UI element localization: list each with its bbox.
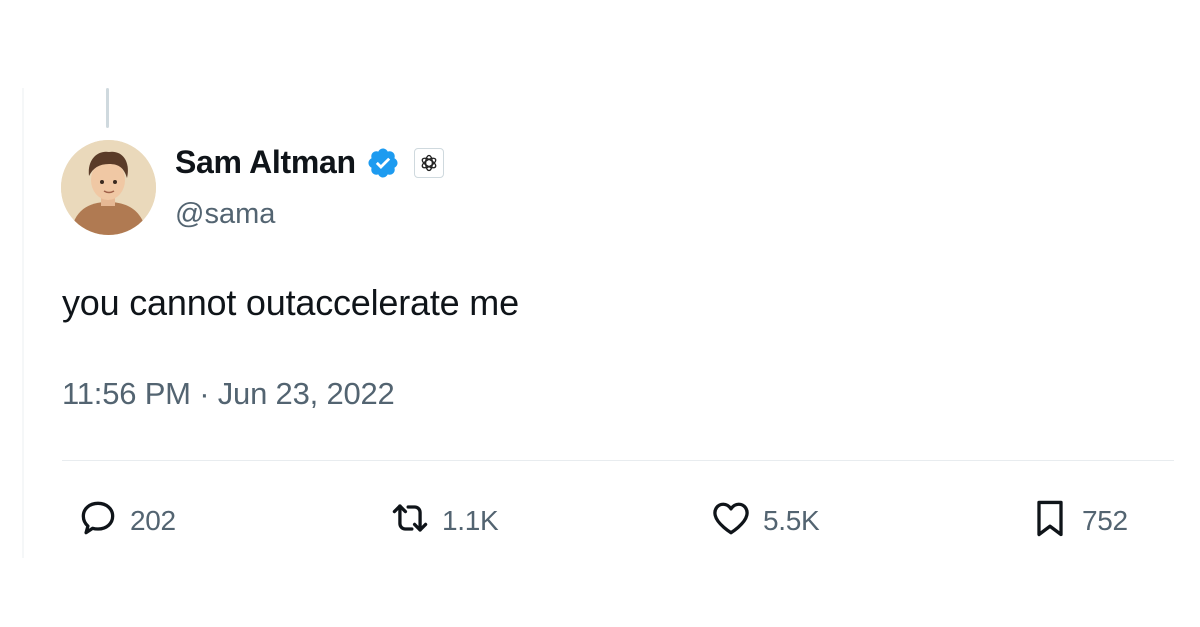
thread-connector-line: [106, 88, 109, 128]
openai-logo-icon[interactable]: [413, 147, 444, 178]
like-button[interactable]: 5.5K: [709, 496, 820, 545]
author-display-name[interactable]: Sam Altman: [175, 144, 356, 181]
tweet-timestamp[interactable]: 11:56 PM · Jun 23, 2022: [62, 376, 395, 412]
repost-count: 1.1K: [442, 504, 499, 536]
bookmark-icon: [1028, 496, 1072, 545]
repost-arrows-icon: [388, 496, 432, 545]
speech-bubble-icon: [76, 496, 120, 545]
author-handle[interactable]: @sama: [175, 198, 275, 231]
tweet-actions: 202 1.1K 5.5K 752: [62, 496, 1142, 544]
bookmark-button[interactable]: 752: [1028, 496, 1128, 545]
reply-button[interactable]: 202: [76, 496, 176, 545]
bookmark-count: 752: [1082, 504, 1128, 536]
avatar[interactable]: [61, 140, 156, 235]
left-edge-border: [22, 88, 24, 558]
heart-icon: [709, 496, 753, 545]
author-name-row: Sam Altman: [175, 144, 444, 181]
like-count: 5.5K: [763, 504, 820, 536]
reply-count: 202: [130, 504, 176, 536]
repost-button[interactable]: 1.1K: [388, 496, 499, 545]
divider: [62, 460, 1174, 461]
verified-badge-icon[interactable]: [366, 146, 400, 180]
avatar-illustration: [61, 140, 156, 235]
tweet-text: you cannot outaccelerate me: [62, 282, 519, 323]
